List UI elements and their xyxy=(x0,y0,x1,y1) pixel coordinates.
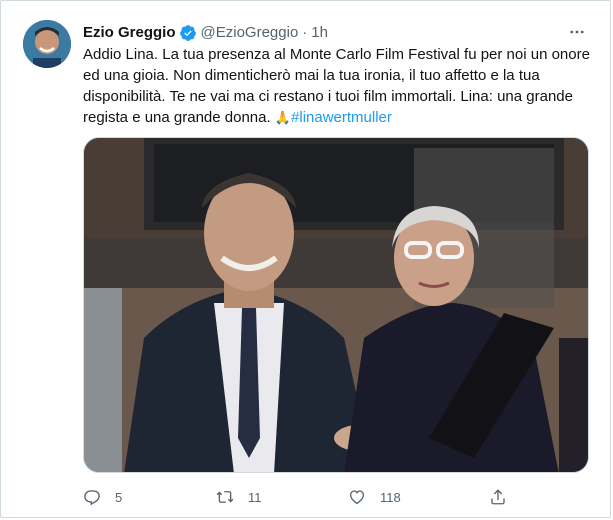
author-handle[interactable]: @EzioGreggio xyxy=(201,23,299,43)
separator-dot: · xyxy=(302,24,308,41)
tweet-text: Addio Lina. La tua presenza al Monte Car… xyxy=(83,44,603,129)
verified-badge-icon xyxy=(179,24,197,42)
tweet-text-line-last: regista e una grande donna. 🙏#linawertmu… xyxy=(83,107,603,129)
tweet-text-line: disponibilità. Te ne vai ma ci restano i… xyxy=(83,88,573,105)
tweet-text-line: ed una gioia. Non dimenticherò mai la tu… xyxy=(83,67,540,84)
heart-icon xyxy=(349,490,365,505)
retweet-button[interactable]: 11 xyxy=(216,485,262,509)
retweet-icon xyxy=(216,491,234,503)
tweet-timestamp[interactable]: 1h xyxy=(311,23,328,43)
reply-button[interactable]: 5 xyxy=(83,485,122,509)
tweet-text-fragment: regista e una grande donna. xyxy=(83,109,275,126)
like-count: 118 xyxy=(380,489,401,505)
reply-icon xyxy=(84,490,100,506)
tweet-actions: 5 11 118 xyxy=(83,485,513,509)
tweet-card[interactable]: Ezio Greggio @EzioGreggio · 1h Addio Lin… xyxy=(0,0,611,518)
share-icon xyxy=(491,489,505,505)
more-horizontal-icon[interactable] xyxy=(564,19,590,45)
tweet-header: Ezio Greggio @EzioGreggio · 1h xyxy=(83,23,328,43)
reply-count: 5 xyxy=(115,489,123,505)
praying-hands-emoji: 🙏 xyxy=(274,111,292,126)
tweet-photo[interactable] xyxy=(83,137,589,473)
retweet-count: 11 xyxy=(248,489,262,505)
hashtag-link[interactable]: #linawertmuller xyxy=(291,109,392,126)
avatar[interactable] xyxy=(23,20,71,68)
like-button[interactable]: 118 xyxy=(348,485,401,509)
author-name[interactable]: Ezio Greggio xyxy=(83,23,176,43)
tweet-text-line: Addio Lina. La tua presenza al Monte Car… xyxy=(83,46,590,63)
share-button[interactable] xyxy=(489,485,521,509)
